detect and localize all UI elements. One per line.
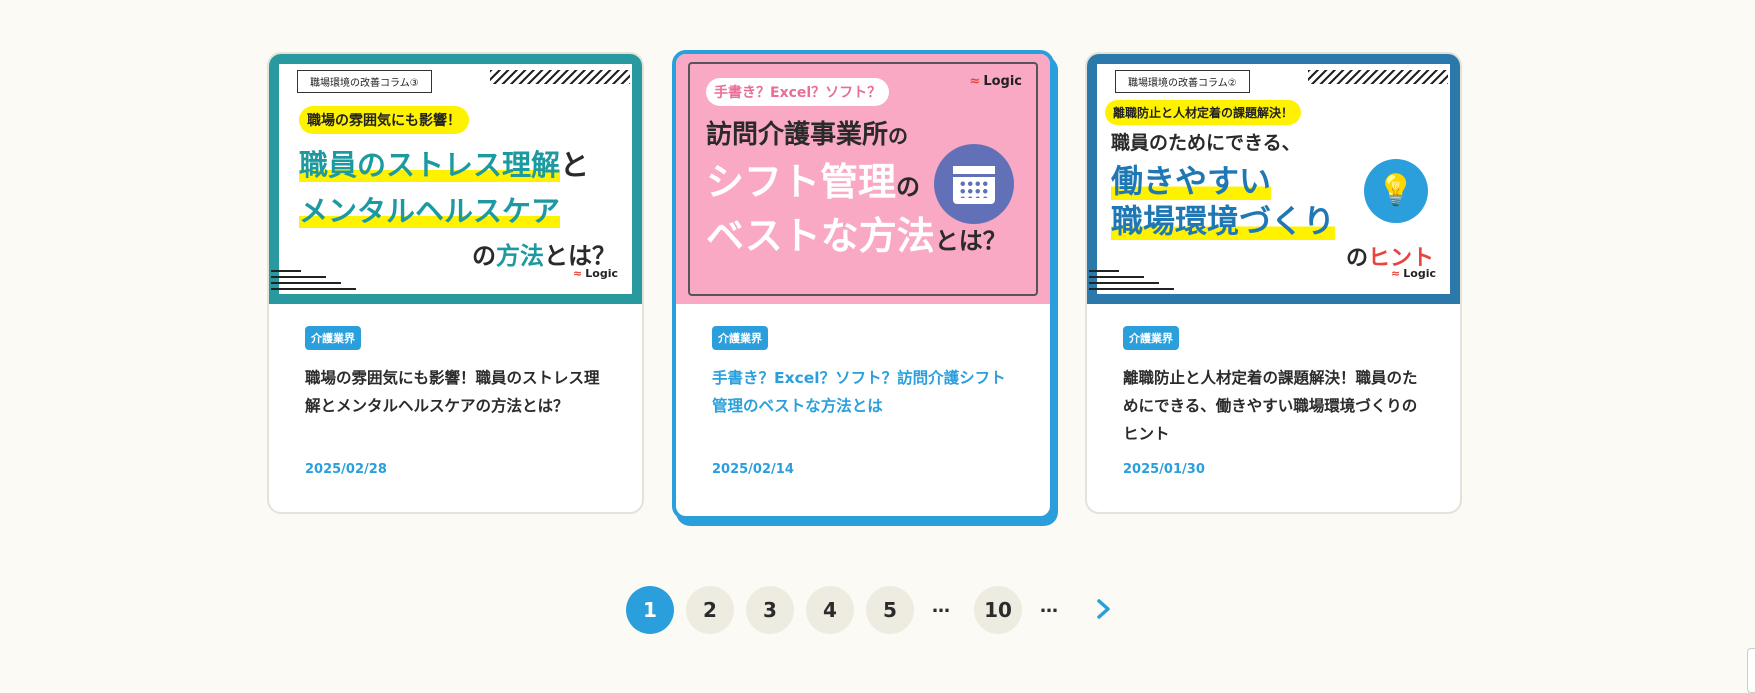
page-button-3[interactable]: 3 [746,586,794,634]
decorative-lines [271,270,361,300]
page-button-2[interactable]: 2 [686,586,734,634]
page-button-1[interactable]: 1 [626,586,674,634]
thumbnail-headline-2: 働きやすい [1111,162,1272,200]
column-tag: 職場環境の改善コラム③ [297,70,432,93]
article-card[interactable]: 職場環境の改善コラム② 離職防止と人材定着の課題解決！ 職員のためにできる、 働… [1085,52,1462,514]
lightbulb-icon: 💡 [1364,159,1428,223]
article-date: 2025/02/28 [305,462,387,477]
thumbnail-headline-3: 職場環境づくり [1111,202,1336,240]
chevron-right-icon[interactable] [1096,598,1112,626]
category-badge[interactable]: 介護業界 [1123,326,1179,350]
logic-logo: ≈ Logic [1391,267,1436,280]
thumbnail-headline-2: シフト管理の [706,160,921,204]
article-thumbnail[interactable]: 手書き？Excel？ソフト？ ≈ Logic 訪問介護事業所の シフト管理の ベス… [676,54,1050,304]
thumbnail-pill: 職場の雰囲気にも影響！ [299,106,469,134]
article-thumbnail[interactable]: 職場環境の改善コラム② 離職防止と人材定着の課題解決！ 職員のためにできる、 働… [1087,54,1460,304]
thumbnail-headline-1: 職員のためにできる、 [1111,132,1301,154]
article-card-list: 職場環境の改善コラム③ 職場の雰囲気にも影響！ 職員のストレス理解と メンタルヘ… [267,50,1467,522]
thumbnail-headline-2: メンタルヘルスケア [299,194,561,228]
thumbnail-pill: 手書き？Excel？ソフト？ [706,78,890,106]
decorative-stripes [1308,70,1448,84]
thumbnail-pill: 離職防止と人材定着の課題解決！ [1105,100,1302,125]
article-card[interactable]: 職場環境の改善コラム③ 職場の雰囲気にも影響！ 職員のストレス理解と メンタルヘ… [267,52,644,514]
article-date: 2025/02/14 [712,462,794,477]
article-date: 2025/01/30 [1123,462,1205,477]
floating-widget-tab[interactable] [1747,648,1755,693]
pagination-ellipsis: … [1040,596,1058,617]
article-title[interactable]: 職場の雰囲気にも影響！職員のストレス理解とメンタルヘルスケアの方法とは？ [305,364,606,448]
calendar-icon [934,144,1014,224]
page-button-5[interactable]: 5 [866,586,914,634]
thumbnail-headline-1: 職員のストレス理解と [299,148,590,182]
logic-logo: ≈ Logic [573,267,618,280]
decorative-lines [1089,270,1179,300]
article-title[interactable]: 離職防止と人材定着の課題解決！職員のためにできる、働きやすい職場環境づくりのヒン… [1123,364,1424,448]
logic-logo: ≈ Logic [969,74,1022,89]
column-tag: 職場環境の改善コラム② [1115,70,1250,93]
article-card[interactable]: 手書き？Excel？ソフト？ ≈ Logic 訪問介護事業所の シフト管理の ベス… [672,50,1054,520]
article-thumbnail[interactable]: 職場環境の改善コラム③ 職場の雰囲気にも影響！ 職員のストレス理解と メンタルヘ… [269,54,642,304]
article-title[interactable]: 手書き？Excel？ソフト？訪問介護シフト管理のベストな方法とは [712,364,1014,448]
page-button-10[interactable]: 10 [974,586,1022,634]
decorative-stripes [490,70,630,84]
category-badge[interactable]: 介護業界 [712,326,768,350]
thumbnail-headline-1: 訪問介護事業所の [706,120,909,150]
page-button-4[interactable]: 4 [806,586,854,634]
category-badge[interactable]: 介護業界 [305,326,361,350]
pagination-ellipsis: … [932,596,950,617]
